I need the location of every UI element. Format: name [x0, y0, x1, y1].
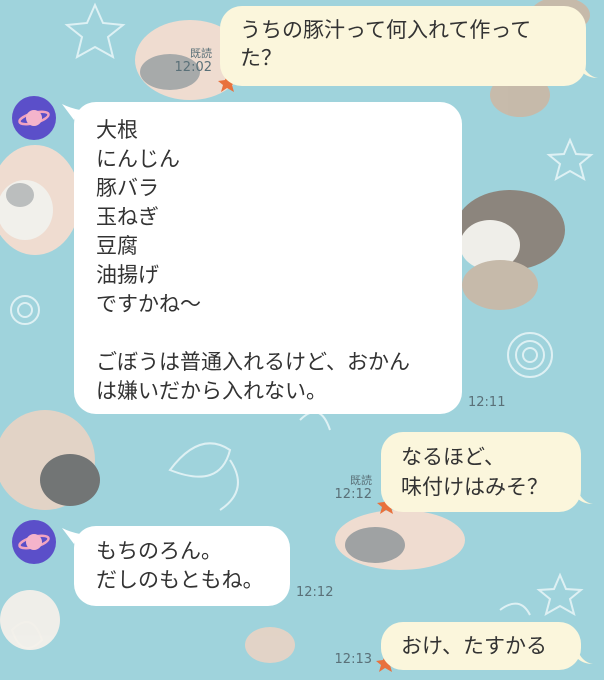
message-time: 12:12 [296, 585, 334, 600]
message-time: 12:13 [334, 652, 372, 667]
avatar[interactable] [12, 96, 56, 140]
message-bubble-outgoing[interactable]: おけ、たすかる [381, 622, 581, 670]
message-5-meta: 12:13 [320, 653, 372, 667]
saturn-avatar-icon [18, 534, 50, 550]
bubble-tail [577, 648, 593, 664]
read-receipt: 既読 [190, 47, 212, 60]
message-bubble-incoming[interactable]: 大根 にんじん 豚バラ 玉ねぎ 豆腐 油揚げ ですかね〜 ごぼうは普通入れるけど… [74, 102, 462, 414]
read-receipt: 既読 [350, 474, 372, 487]
message-3-meta: 既読 12:12 [320, 474, 372, 502]
message-1-meta: 既読 12:02 [160, 47, 212, 75]
message-bubble-incoming[interactable]: もちのろん。 だしのもともね。 [74, 526, 290, 606]
bubble-tail [582, 62, 598, 78]
message-4-meta: 12:12 [296, 586, 336, 600]
message-time: 12:02 [174, 60, 212, 75]
message-bubble-outgoing[interactable]: うちの豚汁って何入れて作ってた？ [220, 6, 586, 86]
message-time: 12:11 [468, 395, 506, 410]
message-bubble-outgoing[interactable]: なるほど、 味付けはみそ？ [381, 432, 581, 512]
avatar[interactable] [12, 520, 56, 564]
saturn-avatar-icon [18, 110, 50, 126]
message-2-meta: 12:11 [468, 396, 508, 410]
message-time: 12:12 [334, 487, 372, 502]
bubble-tail [577, 488, 593, 504]
